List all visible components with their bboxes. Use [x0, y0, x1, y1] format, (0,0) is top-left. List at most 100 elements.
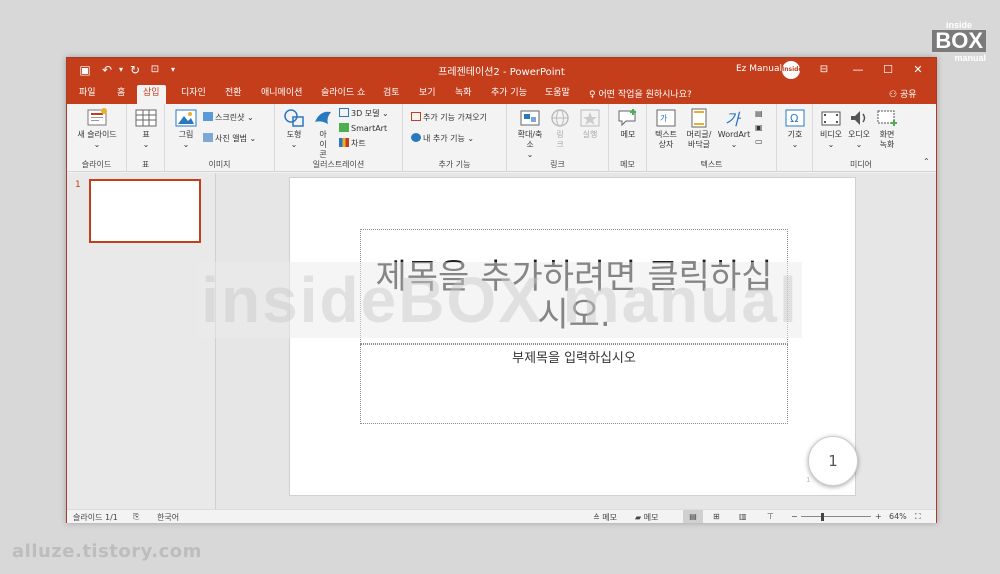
slide-number-icon[interactable]: ▣ — [755, 122, 763, 133]
avatar[interactable]: Inside — [782, 61, 803, 79]
video-label: 비디오 — [819, 130, 843, 139]
action-button[interactable]: 실행 — [575, 108, 605, 140]
date-time-icon[interactable]: ▤ — [755, 108, 763, 119]
slide-thumbnail[interactable] — [89, 179, 201, 243]
symbol-button[interactable]: Ω 기호 ⌄ — [781, 108, 809, 150]
tab-animations[interactable]: 애니메이션 — [255, 85, 308, 104]
textbox-button[interactable]: 가 텍스트 상자 — [651, 108, 681, 150]
tab-transitions[interactable]: 전환 — [219, 85, 248, 104]
new-slide-button[interactable]: 새 슬라이드 ⌄ — [71, 108, 123, 150]
zoom-in-icon[interactable]: + — [875, 512, 882, 521]
tab-home[interactable]: 홈 — [111, 85, 131, 104]
tab-view[interactable]: 보기 — [413, 85, 442, 104]
header-footer-button[interactable]: 머리글/바닥글 — [683, 108, 715, 150]
header-footer-label: 머리글/바닥글 — [686, 130, 712, 149]
customize-toolbar-icon[interactable]: ▾ — [165, 62, 181, 78]
link-button[interactable]: 링크 — [547, 108, 573, 150]
minimize-icon[interactable]: — — [843, 58, 873, 82]
chart-button[interactable]: 차트 — [339, 138, 366, 149]
normal-view-icon[interactable]: ▤ — [683, 510, 703, 523]
tell-me-search[interactable]: ♀ 어떤 작업을 원하시나요? — [589, 87, 692, 100]
link-label: 링크 — [556, 130, 564, 149]
maximize-icon[interactable]: ☐ — [873, 58, 903, 82]
save-icon[interactable]: ▣ — [77, 62, 93, 78]
object-icon[interactable]: ▭ — [755, 136, 763, 147]
slide-sorter-icon[interactable]: ⊞ — [713, 512, 720, 521]
document-title: 프레젠테이션2 - PowerPoint — [438, 67, 565, 78]
ribbon-display-options-icon[interactable]: ⊟ — [809, 58, 839, 82]
group-label-images: 이미지 — [208, 160, 231, 169]
table-button[interactable]: 표 ⌄ — [131, 108, 161, 150]
group-text: 가 텍스트 상자 머리글/바닥글 가 WordArt ⌄ ▤ ▣ ▭ 텍스트 — [647, 104, 777, 172]
icons-label: 아이콘 — [319, 130, 327, 159]
group-media: 비디오 ⌄ 오디오 ⌄ 화면 녹화 미디어 — [813, 104, 909, 172]
thumbnail-pane: 1 — [67, 173, 216, 509]
fit-to-window-icon[interactable]: ⛶ — [915, 512, 921, 522]
icons-icon — [315, 111, 331, 124]
smartart-button[interactable]: SmartArt — [339, 123, 387, 134]
textbox-icon: 가 — [656, 109, 676, 127]
status-bar: 슬라이드 1/1 ⎘ 한국어 ≙ 메모 ▰ 메모 ▤ ⊞ ▥ ⊤ − + 64%… — [67, 509, 936, 523]
3d-models-button[interactable]: 3D 모델 ⌄ — [339, 108, 389, 119]
tab-file[interactable]: 파일 — [73, 85, 102, 104]
title-placeholder[interactable]: 제목을 추가하려면 클릭하십시오. — [360, 229, 788, 344]
group-label-addins: 추가 기능 — [438, 160, 471, 169]
slide-subtitle: 부제목을 입력하십시오 — [512, 351, 636, 366]
language-indicator[interactable]: 한국어 — [157, 512, 179, 523]
tab-review[interactable]: 검토 — [377, 85, 406, 104]
group-comments: 메모 메모 — [609, 104, 647, 172]
comments-button[interactable]: ▰ 메모 — [635, 512, 658, 523]
zoom-level[interactable]: 64% — [889, 512, 907, 521]
notes-button[interactable]: ≙ 메모 — [593, 512, 617, 523]
start-from-beginning-icon[interactable]: ⊡ — [147, 62, 163, 78]
wordart-button[interactable]: 가 WordArt ⌄ — [717, 108, 751, 150]
chart-label: 차트 — [351, 139, 366, 148]
speaker-icon — [851, 111, 866, 125]
chevron-down-icon: ⌄ — [855, 140, 863, 149]
tab-addins[interactable]: 추가 기능 — [485, 85, 533, 104]
slide-title: 제목을 추가하려면 클릭하십시오. — [375, 257, 773, 335]
slide-counter: 슬라이드 1/1 — [73, 513, 118, 522]
audio-label: 오디오 — [847, 130, 871, 139]
tab-design[interactable]: 디자인 — [175, 85, 212, 104]
screen-recording-icon — [877, 110, 897, 126]
collapse-ribbon-icon[interactable]: ⌃ — [923, 156, 930, 167]
share-button[interactable]: ⚇ 공유 — [889, 87, 917, 100]
powerpoint-window: ▣ ↶ ▾ ↻ ⊡ ▾ 프레젠테이션2 - PowerPoint Ez Manu… — [66, 57, 937, 523]
group-label-text: 텍스트 — [700, 160, 723, 169]
action-label: 실행 — [582, 130, 598, 139]
user-name[interactable]: Ez Manual — [736, 64, 782, 74]
reading-view-icon[interactable]: ▥ — [739, 512, 747, 521]
tab-help[interactable]: 도움말 — [539, 85, 576, 104]
wordart-icon: 가 — [725, 110, 742, 128]
subtitle-placeholder[interactable]: 부제목을 입력하십시오 — [360, 344, 788, 424]
tab-record[interactable]: 녹화 — [449, 85, 478, 104]
zoom-slider-thumb[interactable] — [821, 513, 824, 521]
spelling-icon[interactable]: ⎘ — [133, 512, 139, 522]
tab-insert[interactable]: 삽입 — [137, 85, 166, 104]
site-logo: inside BOX manual — [918, 20, 986, 72]
icons-button[interactable]: 아이콘 — [311, 108, 335, 160]
pictures-button[interactable]: 그림 ⌄ — [171, 108, 201, 150]
video-button[interactable]: 비디오 ⌄ — [817, 108, 845, 150]
tell-me-label: 어떤 작업을 원하시나요? — [598, 90, 692, 100]
my-addins-button[interactable]: 내 추가 기능 ⌄ — [411, 133, 474, 144]
zoom-button[interactable]: 확대/축소 ⌄ — [513, 108, 547, 160]
screen-recording-button[interactable]: 화면 녹화 — [873, 108, 901, 150]
group-links: 확대/축소 ⌄ 링크 실행 링크 — [507, 104, 609, 172]
shapes-button[interactable]: 도형 ⌄ — [279, 108, 309, 150]
photo-album-button[interactable]: 사진 앨범 ⌄ — [203, 133, 256, 144]
audio-button[interactable]: 오디오 ⌄ — [845, 108, 873, 150]
tab-slideshow[interactable]: 슬라이드 쇼 — [315, 85, 371, 104]
store-icon — [411, 112, 421, 121]
screenshot-button[interactable]: 스크린샷 ⌄ — [203, 112, 254, 123]
svg-text:가: 가 — [660, 114, 668, 123]
redo-icon[interactable]: ↻ — [127, 62, 143, 78]
chevron-down-icon: ⌄ — [290, 140, 298, 149]
screenshot-label: 스크린샷 — [215, 113, 245, 122]
comment-button[interactable]: 메모 — [613, 108, 643, 140]
slideshow-view-icon[interactable]: ⊤ — [767, 512, 774, 521]
zoom-out-icon[interactable]: − — [791, 512, 798, 521]
get-addins-button[interactable]: 추가 기능 가져오기 — [411, 112, 487, 123]
zoom-slider[interactable] — [801, 516, 871, 517]
